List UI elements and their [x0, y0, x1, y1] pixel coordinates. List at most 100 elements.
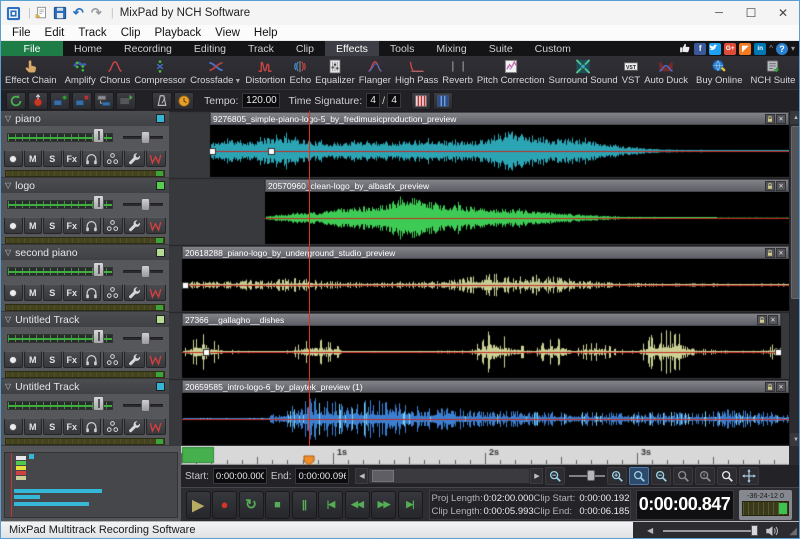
arm-record-button[interactable]	[4, 284, 23, 301]
tempo-input[interactable]	[242, 93, 280, 108]
fx-button[interactable]: Fx	[63, 351, 82, 368]
scroll-down-arrow[interactable]: ▼	[790, 433, 800, 446]
marker-red-button[interactable]	[411, 92, 431, 110]
fx-button[interactable]: Fx	[63, 418, 82, 435]
solo-button[interactable]: S	[43, 418, 62, 435]
pan-slider-handle[interactable]	[141, 399, 150, 412]
minimize-button[interactable]: ─	[703, 1, 735, 25]
track-color-swatch[interactable]	[156, 114, 165, 123]
clip-close-icon[interactable]: ✕	[776, 181, 786, 191]
vertical-scrollbar[interactable]: ▲ ▼	[789, 111, 800, 446]
volume-slider-track[interactable]	[663, 530, 755, 532]
mute-button[interactable]: M	[24, 418, 43, 435]
googleplus-icon[interactable]: G+	[724, 43, 736, 55]
pan-slider-handle[interactable]	[141, 265, 150, 278]
ribbon-button-chorus[interactable]: Chorus	[98, 56, 133, 89]
menu-item-view[interactable]: View	[208, 27, 247, 39]
metronome-button[interactable]	[152, 92, 172, 110]
tab-effects[interactable]: Effects	[325, 41, 379, 56]
menu-item-track[interactable]: Track	[71, 27, 113, 39]
vertical-scrollbar-thumb[interactable]	[791, 126, 800, 299]
tempo-coin-button[interactable]	[174, 92, 194, 110]
tab-suite[interactable]: Suite	[478, 41, 524, 56]
maximize-button[interactable]: ☐	[735, 1, 767, 25]
fast-forward-button[interactable]: ▶▶	[371, 491, 396, 519]
clip-close-icon[interactable]: ✕	[776, 382, 786, 392]
arm-record-button[interactable]	[4, 418, 23, 435]
ribbon-button-compressor[interactable]: Compressor	[132, 56, 188, 89]
track-tools-button[interactable]	[124, 284, 144, 301]
menu-item-playback[interactable]: Playback	[148, 27, 209, 39]
volume-fader-handle[interactable]	[93, 195, 104, 210]
clip-lock-icon[interactable]	[757, 315, 767, 325]
mixer-button[interactable]	[103, 217, 123, 234]
mute-button[interactable]: M	[24, 150, 43, 167]
track-header[interactable]: ▽Untitled Track	[1, 379, 169, 394]
track-tools-button[interactable]	[124, 418, 144, 435]
headphones-button[interactable]	[82, 284, 101, 301]
tab-file[interactable]: File	[1, 41, 63, 56]
tab-custom[interactable]: Custom	[524, 41, 582, 56]
time-signature-denominator-input[interactable]	[387, 93, 401, 108]
facebook-icon[interactable]: f	[694, 43, 706, 55]
skip-end-button[interactable]: ▶|	[398, 491, 423, 519]
horizontal-scrollbar[interactable]	[368, 468, 530, 484]
arm-record-button[interactable]	[4, 351, 23, 368]
volume-fader-handle[interactable]	[93, 262, 104, 277]
volume-fader-handle[interactable]	[93, 329, 104, 344]
zoom-vertical-button[interactable]	[717, 467, 737, 485]
tab-editing[interactable]: Editing	[183, 41, 237, 56]
clip-header[interactable]: 9276805_simple-piano-logo-5_by_fredimusi…	[210, 112, 789, 125]
loop-button[interactable]: ↻	[239, 491, 264, 519]
headphones-button[interactable]	[82, 150, 101, 167]
solo-button[interactable]: S	[43, 284, 62, 301]
time-signature-numerator-input[interactable]	[366, 93, 380, 108]
linkedin-icon[interactable]: in	[754, 43, 766, 55]
tab-tools[interactable]: Tools	[379, 41, 426, 56]
zoom-slider-handle[interactable]	[587, 470, 595, 481]
waveform-view-button[interactable]	[146, 418, 166, 435]
stop-button[interactable]: ■	[265, 491, 290, 519]
collapse-ribbon-caret[interactable]: ^	[769, 44, 773, 53]
mixer-button[interactable]	[103, 418, 123, 435]
clip-header[interactable]: 20659585_intro-logo-6_by_playtek_preview…	[182, 380, 789, 393]
volume-fader-handle[interactable]	[93, 396, 104, 411]
ribbon-button-auto-duck[interactable]: Auto Duck	[642, 56, 690, 89]
pan-tool-button[interactable]	[739, 467, 759, 485]
clip-lock-icon[interactable]	[765, 114, 775, 124]
dropdown-caret-icon[interactable]: ▼	[234, 78, 241, 85]
track-header[interactable]: ▽logo	[1, 178, 169, 193]
mute-button[interactable]: M	[24, 217, 43, 234]
clip-lock-icon[interactable]	[765, 382, 775, 392]
record-button[interactable]: ●	[212, 491, 237, 519]
track-header[interactable]: ▽piano	[1, 111, 169, 126]
solo-button[interactable]: S	[43, 351, 62, 368]
zoom-out-button[interactable]	[545, 467, 565, 485]
collapse-track-icon[interactable]: ▽	[5, 181, 11, 190]
new-project-icon[interactable]	[35, 6, 50, 21]
volume-fader-handle[interactable]	[93, 128, 104, 143]
fx-button[interactable]: Fx	[63, 284, 82, 301]
bounce-button[interactable]	[6, 92, 26, 110]
help-icon[interactable]: ?	[776, 43, 788, 55]
selection-start-input[interactable]	[213, 468, 267, 484]
arm-record-button[interactable]	[4, 217, 23, 234]
tab-recording[interactable]: Recording	[113, 41, 183, 56]
waveform-view-button[interactable]	[146, 351, 166, 368]
ribbon-button-crossfade[interactable]: Crossfade▼	[188, 56, 243, 89]
solo-button[interactable]: S	[43, 217, 62, 234]
mixer-button[interactable]	[103, 284, 123, 301]
solo-button[interactable]: S	[43, 150, 62, 167]
mute-button[interactable]: M	[24, 351, 43, 368]
fx-button[interactable]: Fx	[63, 150, 82, 167]
duplicate-track-button[interactable]	[94, 92, 114, 110]
menu-item-help[interactable]: Help	[247, 27, 285, 39]
horizontal-scrollbar-thumb[interactable]	[372, 470, 394, 482]
track-header[interactable]: ▽Untitled Track	[1, 312, 169, 327]
waveform-view-button[interactable]	[146, 150, 166, 167]
zoom-selection-button[interactable]	[695, 467, 715, 485]
help-dropdown-caret[interactable]: ▾	[791, 44, 795, 53]
speaker-icon[interactable]	[765, 524, 779, 539]
ribbon-button-amplify[interactable]: Amplify	[63, 56, 98, 89]
zoom-slider[interactable]	[569, 467, 605, 485]
